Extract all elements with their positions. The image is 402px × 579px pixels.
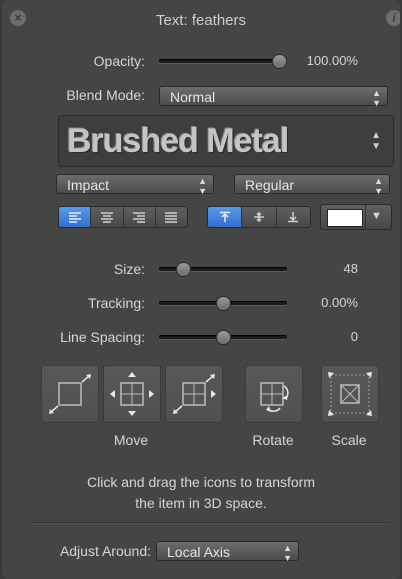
tracking-slider[interactable] bbox=[159, 296, 287, 311]
tracking-label: Tracking: bbox=[87, 295, 145, 311]
align-top-button[interactable] bbox=[208, 207, 242, 227]
line-spacing-value: 0 bbox=[350, 329, 358, 344]
font-style-popup[interactable]: Regular ▲ ▼ bbox=[234, 174, 390, 196]
align-middle-icon bbox=[253, 212, 264, 222]
font-style-value: Regular bbox=[245, 177, 295, 193]
blend-mode-popup[interactable]: Normal ▲ ▼ bbox=[159, 86, 388, 108]
vertical-alignment-control bbox=[207, 206, 311, 228]
move-xyz-button[interactable] bbox=[103, 365, 161, 423]
transform-help-line-1: Click and drag the icons to transform bbox=[87, 474, 315, 490]
popup-arrows-icon: ▲ ▼ bbox=[374, 176, 383, 196]
size-value: 48 bbox=[343, 261, 358, 276]
popup-arrows-icon: ▲ ▼ bbox=[198, 176, 207, 196]
align-bottom-button[interactable] bbox=[275, 207, 310, 227]
move-xy-icon bbox=[49, 374, 91, 414]
adjust-around-value: Local Axis bbox=[167, 544, 231, 560]
align-right-icon bbox=[133, 212, 146, 223]
preset-name: Brushed Metal bbox=[67, 122, 289, 160]
adjust-around-popup[interactable]: Local Axis ▲ ▼ bbox=[156, 541, 299, 563]
size-slider-knob[interactable] bbox=[175, 262, 191, 277]
line-spacing-label: Line Spacing: bbox=[60, 329, 145, 345]
tracking-value: 0.00% bbox=[321, 295, 358, 310]
move-depth-icon bbox=[173, 374, 216, 414]
scale-icon bbox=[328, 372, 372, 416]
align-justify-button[interactable] bbox=[154, 207, 187, 227]
align-bottom-icon bbox=[288, 212, 299, 223]
size-slider[interactable] bbox=[159, 262, 287, 277]
align-right-button[interactable] bbox=[122, 207, 155, 227]
info-icon[interactable]: i bbox=[386, 10, 400, 26]
line-spacing-slider[interactable] bbox=[159, 330, 287, 345]
font-family-popup[interactable]: Impact ▲ ▼ bbox=[56, 174, 214, 196]
align-top-icon bbox=[219, 211, 230, 222]
adjust-around-label: Adjust Around: bbox=[59, 543, 151, 559]
scale-button[interactable] bbox=[321, 365, 379, 423]
divider bbox=[30, 522, 390, 523]
move-xy-button[interactable] bbox=[41, 365, 99, 423]
color-well[interactable]: ▼ bbox=[320, 204, 392, 230]
line-spacing-slider-knob[interactable] bbox=[215, 330, 231, 345]
hud-title: Text: feathers bbox=[155, 12, 247, 29]
align-center-icon bbox=[100, 212, 113, 223]
text-style-preset[interactable]: Brushed Metal ▲ ▼ bbox=[58, 115, 394, 167]
align-left-icon bbox=[68, 212, 81, 223]
color-swatch[interactable] bbox=[327, 209, 363, 227]
popup-arrows-icon: ▲ ▼ bbox=[372, 88, 381, 108]
scale-label: Scale bbox=[331, 432, 367, 448]
rotate-icon bbox=[260, 382, 289, 412]
chevron-down-icon[interactable]: ▼ bbox=[371, 210, 382, 222]
tracking-slider-knob[interactable] bbox=[215, 296, 231, 311]
rotate-label: Rotate bbox=[252, 432, 294, 448]
blend-mode-label: Blend Mode: bbox=[66, 87, 145, 103]
horizontal-alignment-control bbox=[58, 206, 188, 228]
opacity-slider[interactable] bbox=[159, 54, 287, 69]
preset-stepper-icon[interactable]: ▲ ▼ bbox=[371, 130, 381, 152]
popup-arrows-icon: ▲ ▼ bbox=[283, 543, 292, 563]
align-left-button[interactable] bbox=[59, 207, 91, 227]
font-family-value: Impact bbox=[67, 177, 110, 193]
move-label: Move bbox=[113, 432, 149, 448]
rotate-button[interactable] bbox=[245, 365, 303, 423]
align-center-button[interactable] bbox=[90, 207, 122, 227]
move-z-button[interactable] bbox=[165, 365, 223, 423]
text-hud: × Text: feathers i Opacity: 100.00% Blen… bbox=[2, 0, 400, 579]
blend-mode-value: Normal bbox=[170, 89, 216, 105]
transform-help-line-2: the item in 3D space. bbox=[135, 495, 267, 511]
align-justify-icon bbox=[165, 212, 178, 223]
move-cross-icon bbox=[110, 372, 154, 416]
size-label: Size: bbox=[113, 261, 145, 277]
align-middle-button[interactable] bbox=[241, 207, 275, 227]
opacity-value: 100.00% bbox=[306, 53, 358, 68]
opacity-label: Opacity: bbox=[93, 53, 145, 69]
